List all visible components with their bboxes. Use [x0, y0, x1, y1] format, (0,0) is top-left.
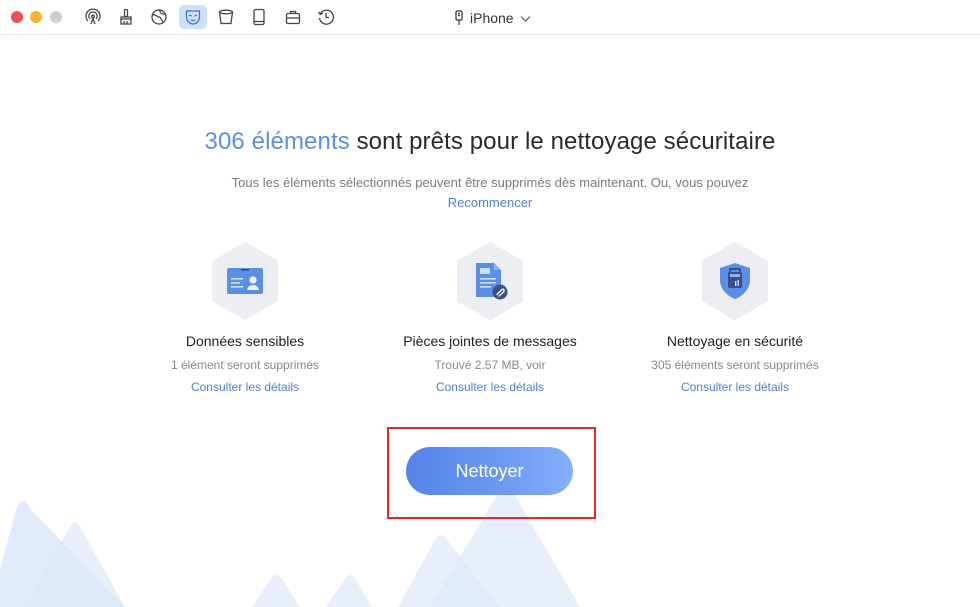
tool-privacy[interactable] — [179, 5, 207, 29]
page-title: 306 éléments sont prêts pour le nettoyag… — [0, 128, 980, 156]
subtitle-text: Tous les éléments sélectionnés peuvent ê… — [231, 175, 749, 190]
bin-icon — [218, 9, 234, 25]
title-bar: iPhone — [0, 0, 980, 35]
hexagon-badge — [700, 242, 770, 320]
card-description: Trouvé 2.57 MB, voir — [434, 358, 546, 372]
brush-icon — [120, 8, 132, 25]
card-sensitive-data: Données sensibles 1 élément seront suppr… — [135, 242, 355, 394]
restart-link[interactable]: Recommencer — [0, 195, 980, 210]
clean-button[interactable]: Nettoyer — [406, 447, 573, 495]
card-title: Nettoyage en sécurité — [666, 333, 804, 349]
card-description: 1 élément seront supprimés — [170, 358, 320, 372]
hexagon-badge — [455, 242, 525, 320]
device-selector[interactable]: iPhone — [454, 8, 531, 28]
tool-toolkit[interactable] — [279, 5, 307, 29]
mask-icon — [185, 10, 201, 25]
close-window-button[interactable] — [11, 11, 23, 23]
attachment-doc-icon — [476, 263, 508, 300]
briefcase-icon — [285, 10, 301, 25]
lightning-cable-icon — [455, 10, 463, 25]
card-secure-cleaning: Nettoyage en sécurité 305 éléments seron… — [625, 242, 845, 394]
tool-history[interactable] — [312, 5, 340, 29]
shield-shredder-icon — [720, 263, 750, 299]
view-details-link[interactable]: Consulter les détails — [135, 380, 355, 394]
chevron-down-icon — [520, 10, 531, 26]
mountain-shape — [326, 575, 372, 607]
app-window: iPhone 306 éléments sont prêts pour le n… — [0, 0, 980, 607]
tool-airbackup[interactable] — [79, 5, 107, 29]
card-title: Pièces jointes de messages — [403, 333, 577, 349]
card-title: Données sensibles — [185, 333, 305, 349]
mountain-shape — [0, 501, 125, 607]
globe-icon — [151, 9, 167, 25]
mountain-shape — [252, 575, 300, 607]
minimize-window-button[interactable] — [30, 11, 42, 23]
card-description: 305 éléments seront supprimés — [651, 358, 819, 372]
tool-device[interactable] — [245, 5, 273, 29]
history-clock-icon — [317, 9, 335, 25]
hexagon-badge — [210, 242, 280, 320]
device-name: iPhone — [470, 10, 514, 26]
title-rest: sont prêts pour le nettoyage sécuritaire — [349, 128, 776, 155]
tool-cleaner[interactable] — [112, 5, 140, 29]
maximize-window-button[interactable] — [50, 11, 62, 23]
card-message-attachments: Pièces jointes de messages Trouvé 2.57 M… — [380, 242, 600, 394]
view-details-link[interactable]: Consulter les détails — [380, 380, 600, 394]
airplay-signal-icon — [85, 8, 101, 25]
tool-browser[interactable] — [145, 5, 173, 29]
tool-trash[interactable] — [212, 5, 240, 29]
id-card-icon — [227, 268, 263, 294]
tablet-icon — [253, 8, 265, 26]
view-details-link[interactable]: Consulter les détails — [625, 380, 845, 394]
item-count: 306 éléments — [204, 128, 350, 155]
